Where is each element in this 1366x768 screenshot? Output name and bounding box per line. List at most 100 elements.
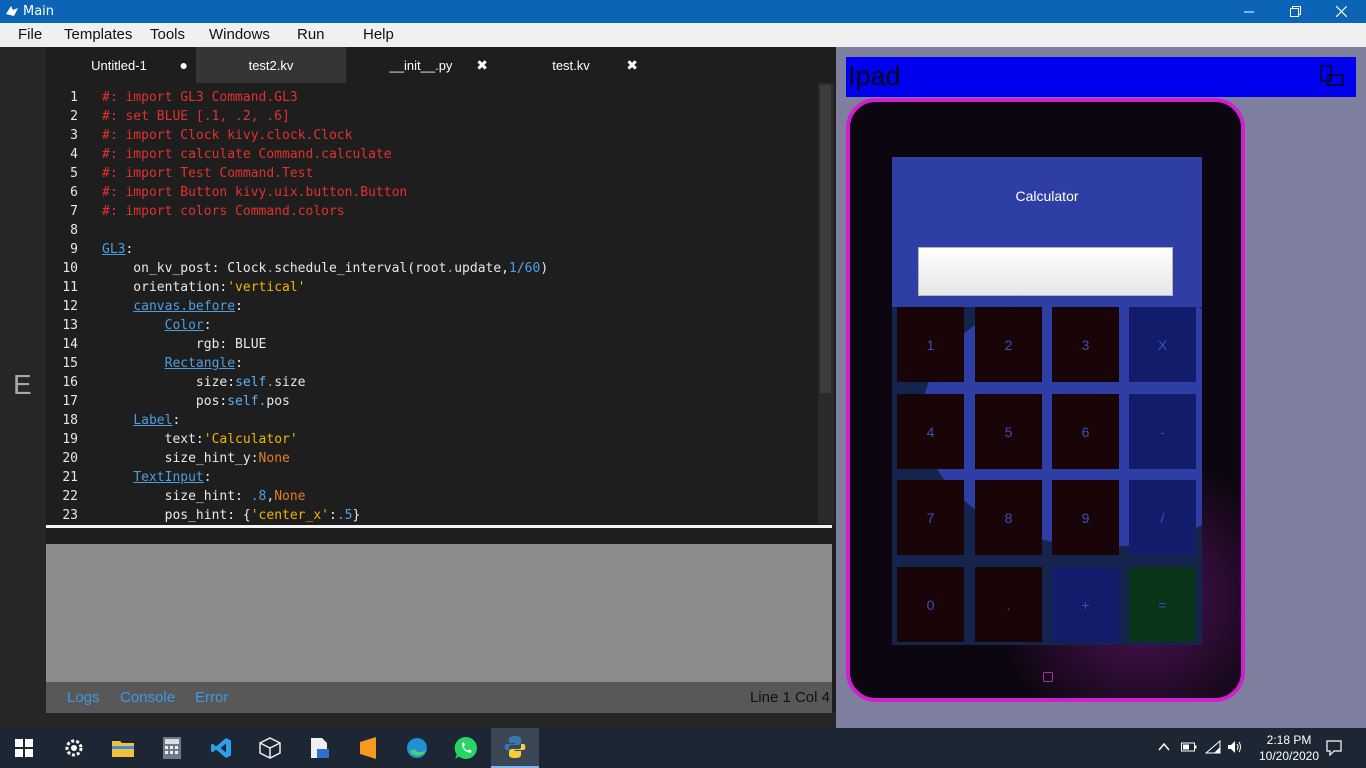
tab-logs[interactable]: Logs: [67, 689, 100, 706]
code-token: None: [274, 489, 306, 504]
notification-icon[interactable]: [1326, 740, 1342, 756]
calc-key[interactable]: 2: [975, 307, 1042, 382]
taskbar-calculator[interactable]: [148, 728, 196, 768]
code-token: TextInput: [133, 470, 204, 485]
code-line[interactable]: 1 #: import GL3 Command.GL3: [46, 90, 818, 109]
code-line[interactable]: 11 orientation:'vertical': [46, 280, 818, 299]
battery-icon[interactable]: [1181, 740, 1197, 754]
settings-icon: [65, 739, 83, 757]
close-button[interactable]: [1318, 0, 1364, 23]
close-tab-icon[interactable]: ✖: [476, 57, 488, 74]
document-icon: [311, 738, 329, 758]
code-line[interactable]: 16 size:self.size: [46, 375, 818, 394]
code-line[interactable]: 21 TextInput:: [46, 470, 818, 489]
wifi-icon[interactable]: [1205, 740, 1221, 754]
menu-tools[interactable]: Tools: [150, 26, 185, 43]
taskbar-python[interactable]: [491, 728, 539, 768]
code-editor[interactable]: 1 #: import GL3 Command.GL3 2 #: set BLUE […: [46, 83, 818, 524]
calc-key[interactable]: 8: [975, 480, 1042, 555]
menu-file[interactable]: File: [18, 26, 42, 43]
chevron-up-icon[interactable]: [1158, 740, 1170, 754]
code-line[interactable]: 15 Rectangle:: [46, 356, 818, 375]
taskbar-whatsapp[interactable]: [442, 728, 490, 768]
calc-key[interactable]: 7: [897, 480, 964, 555]
code-line[interactable]: 17 pos:self.pos: [46, 394, 818, 413]
code-line[interactable]: 5 #: import Test Command.Test: [46, 166, 818, 185]
restore-button[interactable]: [1272, 0, 1318, 23]
code-line[interactable]: 10 on_kv_post: Clock.schedule_interval(r…: [46, 261, 818, 280]
calc-key[interactable]: 1: [897, 307, 964, 382]
calculator-display[interactable]: [918, 247, 1173, 296]
code-line[interactable]: 8: [46, 223, 818, 242]
code-line[interactable]: 12 canvas.before:: [46, 299, 818, 318]
minimize-button[interactable]: [1226, 0, 1272, 23]
code-text: Label:: [102, 413, 180, 428]
menu-windows[interactable]: Windows: [209, 26, 270, 43]
unsaved-dot-icon: ●: [179, 57, 188, 73]
close-icon: [1335, 6, 1347, 17]
code-text: canvas.before:: [102, 299, 243, 314]
menu-run[interactable]: Run: [297, 26, 325, 43]
code-line[interactable]: 4 #: import calculate Command.calculate: [46, 147, 818, 166]
taskbar-sublime[interactable]: [344, 728, 392, 768]
code-line[interactable]: 18 Label:: [46, 413, 818, 432]
code-line[interactable]: 20 size_hint_y:None: [46, 451, 818, 470]
line-number: 4: [70, 147, 78, 162]
scrollbar-thumb[interactable]: [820, 85, 831, 393]
code-token: on_kv_post: Clock: [102, 261, 267, 276]
rotate-icon[interactable]: [1320, 65, 1344, 87]
code-token: :: [203, 470, 212, 485]
tab-error[interactable]: Error: [195, 689, 228, 706]
tab-test-kv[interactable]: test.kv ✖: [496, 47, 646, 83]
tab-test2-kv[interactable]: test2.kv: [196, 47, 346, 83]
tab-console[interactable]: Console: [120, 689, 175, 706]
calc-key[interactable]: 4: [897, 394, 964, 469]
code-line[interactable]: 13 Color:: [46, 318, 818, 337]
code-text: size_hint_y:None: [102, 451, 290, 466]
tab-label: __init__.py: [389, 58, 453, 73]
calc-key[interactable]: 6: [1052, 394, 1119, 469]
code-line[interactable]: 22 size_hint: .8,None: [46, 489, 818, 508]
tab-init-py[interactable]: __init__.py ✖: [346, 47, 496, 83]
taskbar-vscode[interactable]: [197, 728, 245, 768]
taskbar-file-explorer[interactable]: [99, 728, 147, 768]
calc-key[interactable]: /: [1129, 480, 1196, 555]
line-number: 11: [62, 280, 78, 295]
code-text: pos:self.pos: [102, 394, 290, 409]
taskbar-document-app[interactable]: [295, 728, 343, 768]
calc-key[interactable]: +: [1052, 567, 1119, 642]
code-line[interactable]: 2 #: set BLUE [.1, .2, .6]: [46, 109, 818, 128]
start-button[interactable]: [0, 728, 48, 768]
calc-key[interactable]: =: [1129, 567, 1196, 642]
close-tab-icon[interactable]: ✖: [626, 57, 638, 74]
code-line[interactable]: 14 rgb: BLUE: [46, 337, 818, 356]
pane-splitter[interactable]: [46, 525, 832, 528]
code-line[interactable]: 23 pos_hint: {'center_x':.5}: [46, 508, 818, 524]
calc-key[interactable]: 3: [1052, 307, 1119, 382]
calc-key[interactable]: 5: [975, 394, 1042, 469]
calc-key[interactable]: 9: [1052, 480, 1119, 555]
calc-key[interactable]: X: [1129, 307, 1196, 382]
code-token: GL3: [102, 242, 126, 257]
calc-key[interactable]: -: [1129, 394, 1196, 469]
code-token: pos_hint: {: [102, 508, 251, 523]
editor-scrollbar[interactable]: [818, 83, 834, 524]
menu-help[interactable]: Help: [363, 26, 394, 43]
calc-key[interactable]: .: [975, 567, 1042, 642]
code-line[interactable]: 7 #: import colors Command.colors: [46, 204, 818, 223]
code-line[interactable]: 9 GL3:: [46, 242, 818, 261]
taskbar-settings[interactable]: [50, 728, 98, 768]
taskbar-edge[interactable]: [393, 728, 441, 768]
code-line[interactable]: 6 #: import Button kivy.uix.button.Button: [46, 185, 818, 204]
taskbar-box-app[interactable]: [246, 728, 294, 768]
line-number: 20: [62, 451, 78, 466]
system-clock[interactable]: 2:18 PM 10/20/2020: [1257, 732, 1321, 764]
volume-icon[interactable]: [1227, 740, 1243, 754]
tab-untitled-1[interactable]: Untitled-1 ●: [46, 47, 196, 83]
calc-key[interactable]: 0: [897, 567, 964, 642]
console-output[interactable]: [46, 544, 832, 682]
menu-templates[interactable]: Templates: [64, 26, 132, 43]
home-button[interactable]: [1043, 672, 1053, 682]
code-line[interactable]: 3 #: import Clock kivy.clock.Clock: [46, 128, 818, 147]
code-line[interactable]: 19 text:'Calculator': [46, 432, 818, 451]
